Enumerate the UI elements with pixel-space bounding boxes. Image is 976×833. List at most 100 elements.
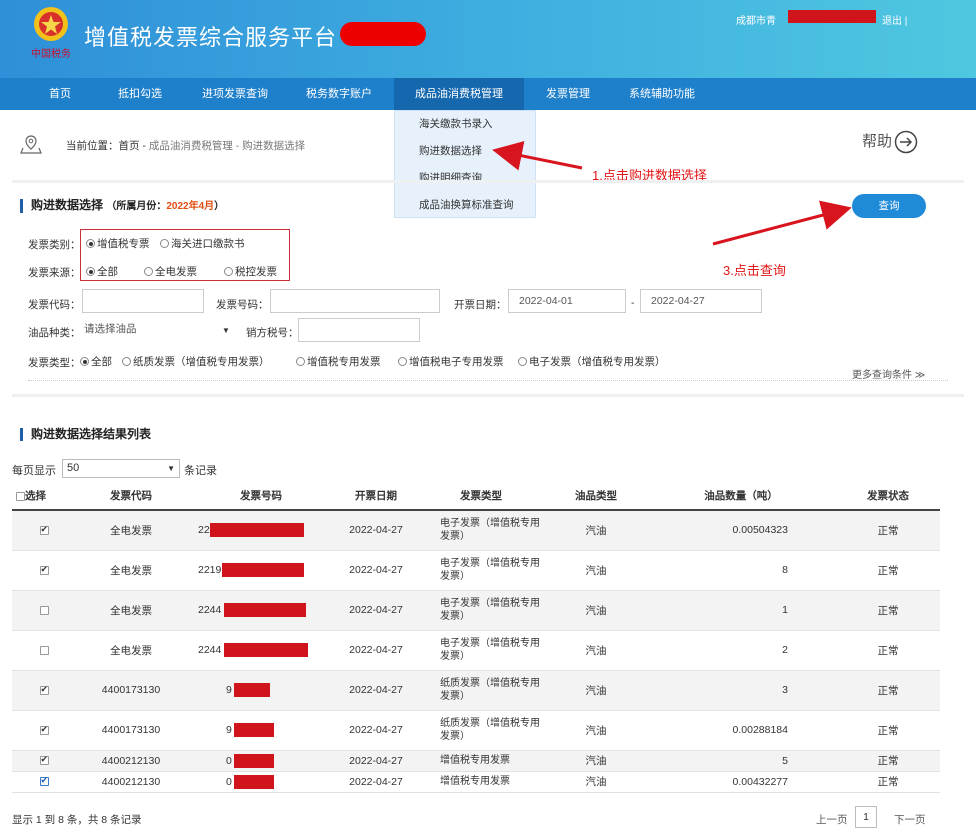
invoice-code-input[interactable]: [82, 289, 204, 313]
invoice-number-input[interactable]: [270, 289, 440, 313]
row-select-checkbox[interactable]: [12, 590, 76, 631]
cell-invoice-type: 电子发票（增值税专用发票）: [416, 550, 546, 591]
menu-customs-payment-entry[interactable]: 海关缴款书录入: [395, 111, 535, 138]
page-number-button[interactable]: 1: [855, 806, 877, 828]
radio-icon[interactable]: [122, 357, 131, 366]
radio-icon[interactable]: [296, 357, 305, 366]
radio-icon[interactable]: [518, 357, 527, 366]
radio-icon[interactable]: [80, 357, 89, 366]
location-pin-icon: [20, 135, 42, 154]
cell-invoice-code: 全电发票: [76, 510, 186, 551]
oil-type-label: 油品种类：: [28, 327, 81, 339]
cell-invoice-number: 9: [186, 670, 336, 711]
annotation-step3: 3.点击查询: [723, 263, 786, 278]
per-page-select[interactable]: 50 ▼: [62, 459, 180, 478]
type-all-radio[interactable]: 全部: [80, 354, 112, 369]
seller-tax-id-input[interactable]: [298, 318, 420, 342]
query-title-text: 购进数据选择: [31, 198, 104, 212]
cell-oil-type: 汽油: [546, 710, 646, 751]
oil-type-select[interactable]: 请选择油品: [80, 318, 232, 342]
cell-oil-quantity: 1: [646, 590, 836, 631]
row-select-checkbox[interactable]: [12, 710, 76, 751]
chevron-down-icon[interactable]: ▼: [167, 460, 175, 477]
redacted-region-label: [340, 22, 426, 46]
query-period: （所属月份：2022年4月）: [106, 201, 225, 212]
cell-invoice-type: 纸质发票（增值税专用发票）: [416, 670, 546, 711]
radio-icon[interactable]: [398, 357, 407, 366]
cell-invoice-code: 4400173130: [76, 710, 186, 751]
section-divider: [12, 394, 964, 397]
cell-invoice-number: 0: [186, 771, 336, 793]
cell-issue-date: 2022-04-27: [336, 771, 416, 793]
cell-invoice-type: 纸质发票（增值税专用发票）: [416, 710, 546, 751]
cell-status: 正常: [836, 670, 940, 711]
table-row[interactable]: 全电发票 2244 2022-04-27 电子发票（增值税专用发票） 汽油 2 …: [12, 630, 940, 671]
row-select-checkbox[interactable]: [12, 510, 76, 551]
row-select-checkbox[interactable]: [12, 670, 76, 711]
row-select-checkbox[interactable]: [12, 630, 76, 671]
row-select-checkbox[interactable]: [12, 750, 76, 772]
cell-oil-type: 汽油: [546, 510, 646, 551]
table-header-row: 选择 发票代码 发票号码 开票日期 发票类型 油品类型 油品数量（吨） 发票状态: [12, 482, 940, 511]
cell-invoice-code: 4400212130: [76, 750, 186, 772]
cell-issue-date: 2022-04-27: [336, 750, 416, 772]
nav-tax-digital-account[interactable]: 税务数字账户: [290, 78, 388, 110]
cell-issue-date: 2022-04-27: [336, 510, 416, 551]
cell-oil-type: 汽油: [546, 750, 646, 772]
nav-input-invoice-query[interactable]: 进项发票查询: [186, 78, 284, 110]
type-vat-e-special-radio[interactable]: 增值税电子专用发票: [398, 354, 504, 369]
table-row[interactable]: 4400212130 0 2022-04-27 增值税专用发票 汽油 5 正常: [12, 750, 940, 772]
table-row[interactable]: 全电发票 22 2022-04-27 电子发票（增值税专用发票） 汽油 0.00…: [12, 510, 940, 551]
table-row[interactable]: 4400173130 9 2022-04-27 纸质发票（增值税专用发票） 汽油…: [12, 670, 940, 711]
logout-link[interactable]: 退出 |: [882, 12, 907, 27]
cell-oil-type: 汽油: [546, 550, 646, 591]
type-paper-vat-special-radio[interactable]: 纸质发票（增值税专用发票）: [122, 354, 270, 369]
menu-purchase-detail-query[interactable]: 购进明细查询: [395, 165, 535, 192]
next-page-button[interactable]: 下一页: [894, 812, 926, 827]
row-select-checkbox[interactable]: [12, 550, 76, 591]
cell-oil-quantity: 3: [646, 670, 836, 711]
nav-system-assist[interactable]: 系统辅助功能: [612, 78, 712, 110]
nav-oil-consumption-tax[interactable]: 成品油消费税管理: [394, 78, 524, 110]
cell-invoice-number: 0: [186, 750, 336, 772]
table-row[interactable]: 4400173130 9 2022-04-27 纸质发票（增值税专用发票） 汽油…: [12, 710, 940, 751]
header-issue-date: 开票日期: [336, 482, 416, 511]
issue-date-label: 开票日期：: [454, 299, 507, 311]
header-select[interactable]: 选择: [12, 482, 76, 511]
dotted-divider: [28, 380, 948, 381]
cell-issue-date: 2022-04-27: [336, 630, 416, 671]
cell-invoice-code: 全电发票: [76, 590, 186, 631]
table-row[interactable]: 全电发票 2219 2022-04-27 电子发票（增值税专用发票） 汽油 8 …: [12, 550, 940, 591]
help-link[interactable]: 帮助: [862, 130, 892, 151]
cell-oil-type: 汽油: [546, 670, 646, 711]
cell-oil-quantity: 0.00432277: [646, 771, 836, 793]
menu-oil-conversion-standard[interactable]: 成品油换算标准查询: [395, 192, 535, 219]
table-row[interactable]: 4400212130 0 2022-04-27 增值税专用发票 汽油 0.004…: [12, 771, 940, 793]
chevron-down-icon[interactable]: ▼: [222, 326, 230, 335]
more-conditions-toggle[interactable]: 更多查询条件 ≫: [852, 366, 925, 381]
date-from-input[interactable]: 2022-04-01: [508, 289, 626, 313]
header-oil-type: 油品类型: [546, 482, 646, 511]
cell-oil-type: 汽油: [546, 630, 646, 671]
row-select-checkbox[interactable]: [12, 771, 76, 793]
cell-oil-quantity: 0.00288184: [646, 710, 836, 751]
date-separator: -: [631, 297, 635, 309]
records-summary: 显示 1 到 8 条，共 8 条记录: [12, 814, 142, 826]
nav-home[interactable]: 首页: [30, 78, 90, 110]
cell-oil-quantity: 5: [646, 750, 836, 772]
query-button[interactable]: 查询: [852, 194, 926, 218]
menu-purchase-data-selection[interactable]: 购进数据选择: [395, 138, 535, 165]
type-vat-special-radio[interactable]: 增值税专用发票: [296, 354, 381, 369]
nav-invoice-management[interactable]: 发票管理: [530, 78, 606, 110]
select-all-checkbox[interactable]: [16, 491, 25, 501]
date-to-input[interactable]: 2022-04-27: [640, 289, 762, 313]
arrow-right-circle-icon[interactable]: [894, 130, 918, 154]
cell-invoice-type: 增值税专用发票: [416, 750, 546, 772]
prev-page-button[interactable]: 上一页: [816, 812, 848, 827]
table-row[interactable]: 全电发票 2244 2022-04-27 电子发票（增值税专用发票） 汽油 1 …: [12, 590, 940, 631]
nav-deduction-selection[interactable]: 抵扣勾选: [100, 78, 180, 110]
cell-oil-quantity: 2: [646, 630, 836, 671]
type-e-invoice-vat-radio[interactable]: 电子发票（增值税专用发票）: [518, 354, 666, 369]
seller-tax-id-label: 销方税号：: [246, 327, 299, 339]
cell-issue-date: 2022-04-27: [336, 590, 416, 631]
